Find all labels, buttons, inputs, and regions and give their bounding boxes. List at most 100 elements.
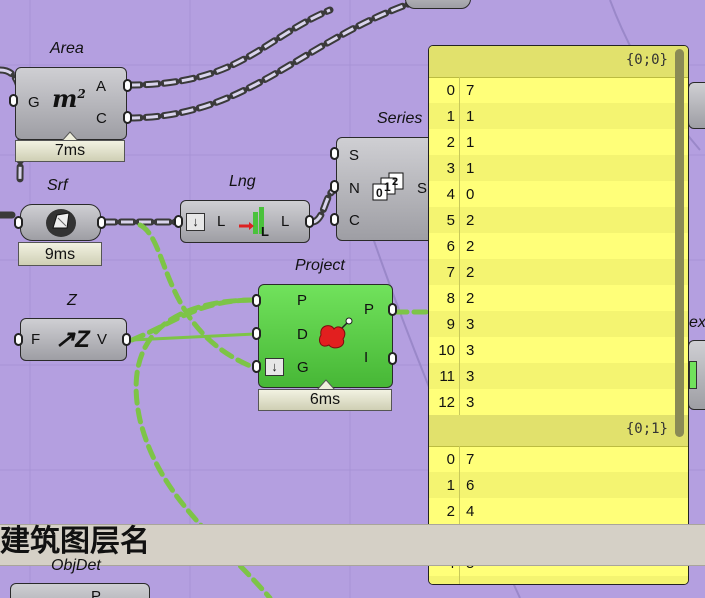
- project-input-g[interactable]: G: [297, 359, 309, 376]
- item-separator: [459, 155, 460, 181]
- area-output-a[interactable]: A: [96, 78, 106, 95]
- item-separator: [459, 576, 460, 584]
- lng-component[interactable]: ↓ L L L: [180, 200, 310, 243]
- item-index: 3: [446, 160, 455, 177]
- project-output-p[interactable]: P: [364, 301, 374, 318]
- list-item: 54: [429, 576, 688, 584]
- series-input-s[interactable]: S: [349, 147, 359, 164]
- srf-component[interactable]: [20, 204, 101, 241]
- lng-input-grip[interactable]: [174, 215, 183, 228]
- item-index: 12: [438, 394, 455, 411]
- item-index: 0: [446, 82, 455, 99]
- srf-timer: 9ms: [18, 242, 102, 266]
- item-value: 2: [466, 212, 475, 229]
- lng-title: Lng: [229, 173, 256, 190]
- item-index: 5: [446, 212, 455, 229]
- svg-text:2: 2: [392, 176, 398, 188]
- series-input-s-grip[interactable]: [330, 147, 339, 160]
- list-item: 10 3: [429, 337, 688, 363]
- series-input-c-grip[interactable]: [330, 213, 339, 226]
- project-output-p-grip[interactable]: [388, 303, 397, 316]
- svg-text:1: 1: [384, 180, 391, 194]
- data-panel[interactable]: {0;0} 0 7 1 1 2 1 3 1 4 0 5 2 6 2 7 2 8 2 9 3 10 3 11 3 12 3 {0;1…: [428, 45, 689, 585]
- group-label: 建筑图层名: [0, 524, 150, 559]
- area-output-c[interactable]: C: [96, 110, 107, 127]
- z-input-grip[interactable]: [14, 333, 23, 346]
- objdet-component[interactable]: P: [10, 583, 150, 598]
- branch-label: {0;0}: [625, 52, 668, 68]
- lng-input-l[interactable]: L: [217, 213, 225, 230]
- item-separator: [459, 363, 460, 389]
- series-title: Series: [377, 110, 423, 127]
- z-component[interactable]: F ↗Z V: [20, 318, 127, 361]
- item-index: 10: [438, 342, 455, 359]
- series-input-c[interactable]: C: [349, 212, 360, 229]
- series-input-n[interactable]: N: [349, 180, 360, 197]
- item-value: 3: [466, 368, 475, 385]
- list-item: 11 3: [429, 363, 688, 389]
- area-input-grip[interactable]: [9, 94, 18, 107]
- lng-output-grip[interactable]: [305, 215, 314, 228]
- srf-title: Srf: [47, 177, 68, 194]
- project-component[interactable]: P D ↓ G P I: [258, 284, 393, 388]
- item-separator: [459, 337, 460, 363]
- item-separator: [459, 77, 460, 103]
- partial-component-right-lower[interactable]: [688, 340, 705, 410]
- item-separator: [459, 472, 460, 498]
- project-input-g-grip[interactable]: [252, 360, 261, 373]
- list-item: 40: [429, 181, 688, 207]
- project-timer: 6ms: [258, 389, 392, 411]
- item-index: 2: [446, 134, 455, 151]
- objdet-title: ObjDet: [51, 557, 101, 574]
- z-input-f[interactable]: F: [31, 331, 40, 348]
- series-output-s[interactable]: S: [417, 180, 427, 197]
- list-item: 24: [429, 498, 688, 524]
- flatten-icon[interactable]: ↓: [265, 358, 284, 376]
- partial-green-swatch: [689, 361, 697, 389]
- project-input-d[interactable]: D: [297, 326, 308, 343]
- project-input-p[interactable]: P: [297, 292, 307, 309]
- item-separator: [459, 311, 460, 337]
- area-input-g[interactable]: G: [28, 94, 40, 111]
- item-index: 11: [439, 368, 455, 385]
- list-item: 72: [429, 259, 688, 285]
- item-value: 4: [466, 503, 475, 520]
- z-output-grip[interactable]: [122, 333, 131, 346]
- red-blob-icon: [318, 317, 353, 349]
- flatten-icon[interactable]: ↓: [186, 213, 205, 231]
- item-separator: [459, 233, 460, 259]
- project-output-i-grip[interactable]: [388, 352, 397, 365]
- project-input-p-grip[interactable]: [252, 294, 261, 307]
- lng-output-l[interactable]: L: [281, 213, 289, 230]
- item-value: 3: [466, 342, 475, 359]
- list-item: 07: [429, 77, 688, 103]
- srf-output-grip[interactable]: [97, 216, 106, 229]
- list-item: 93: [429, 311, 688, 337]
- area-output-c-grip[interactable]: [123, 111, 132, 124]
- list-item: 07: [429, 446, 688, 472]
- series-input-n-grip[interactable]: [330, 180, 339, 193]
- project-input-d-grip[interactable]: [252, 327, 261, 340]
- svg-text:L: L: [261, 224, 269, 238]
- item-separator: [459, 129, 460, 155]
- item-value: 0: [466, 186, 475, 203]
- item-separator: [459, 259, 460, 285]
- panel-scrollbar[interactable]: [675, 49, 684, 437]
- list-item: 11: [429, 103, 688, 129]
- z-output-v[interactable]: V: [97, 331, 107, 348]
- numbered-cards-icon: 0 1 2: [372, 172, 404, 201]
- srf-input-grip[interactable]: [14, 216, 23, 229]
- item-value: 2: [466, 290, 475, 307]
- item-value: 4: [466, 581, 474, 584]
- item-value: 1: [466, 134, 475, 151]
- partial-component-right[interactable]: [688, 82, 705, 129]
- objdet-input-p[interactable]: P: [91, 588, 101, 598]
- grasshopper-canvas[interactable]: Area G m2 A C 7ms Srf 9ms Lng ↓ L L L Se…: [0, 0, 705, 598]
- area-output-a-grip[interactable]: [123, 79, 132, 92]
- item-index: 4: [446, 186, 455, 203]
- surface-icon: [46, 209, 76, 237]
- project-output-i[interactable]: I: [364, 349, 368, 366]
- item-index: 7: [446, 264, 455, 281]
- partial-component-top[interactable]: [405, 0, 471, 9]
- branch-header: {0;0}: [429, 46, 688, 78]
